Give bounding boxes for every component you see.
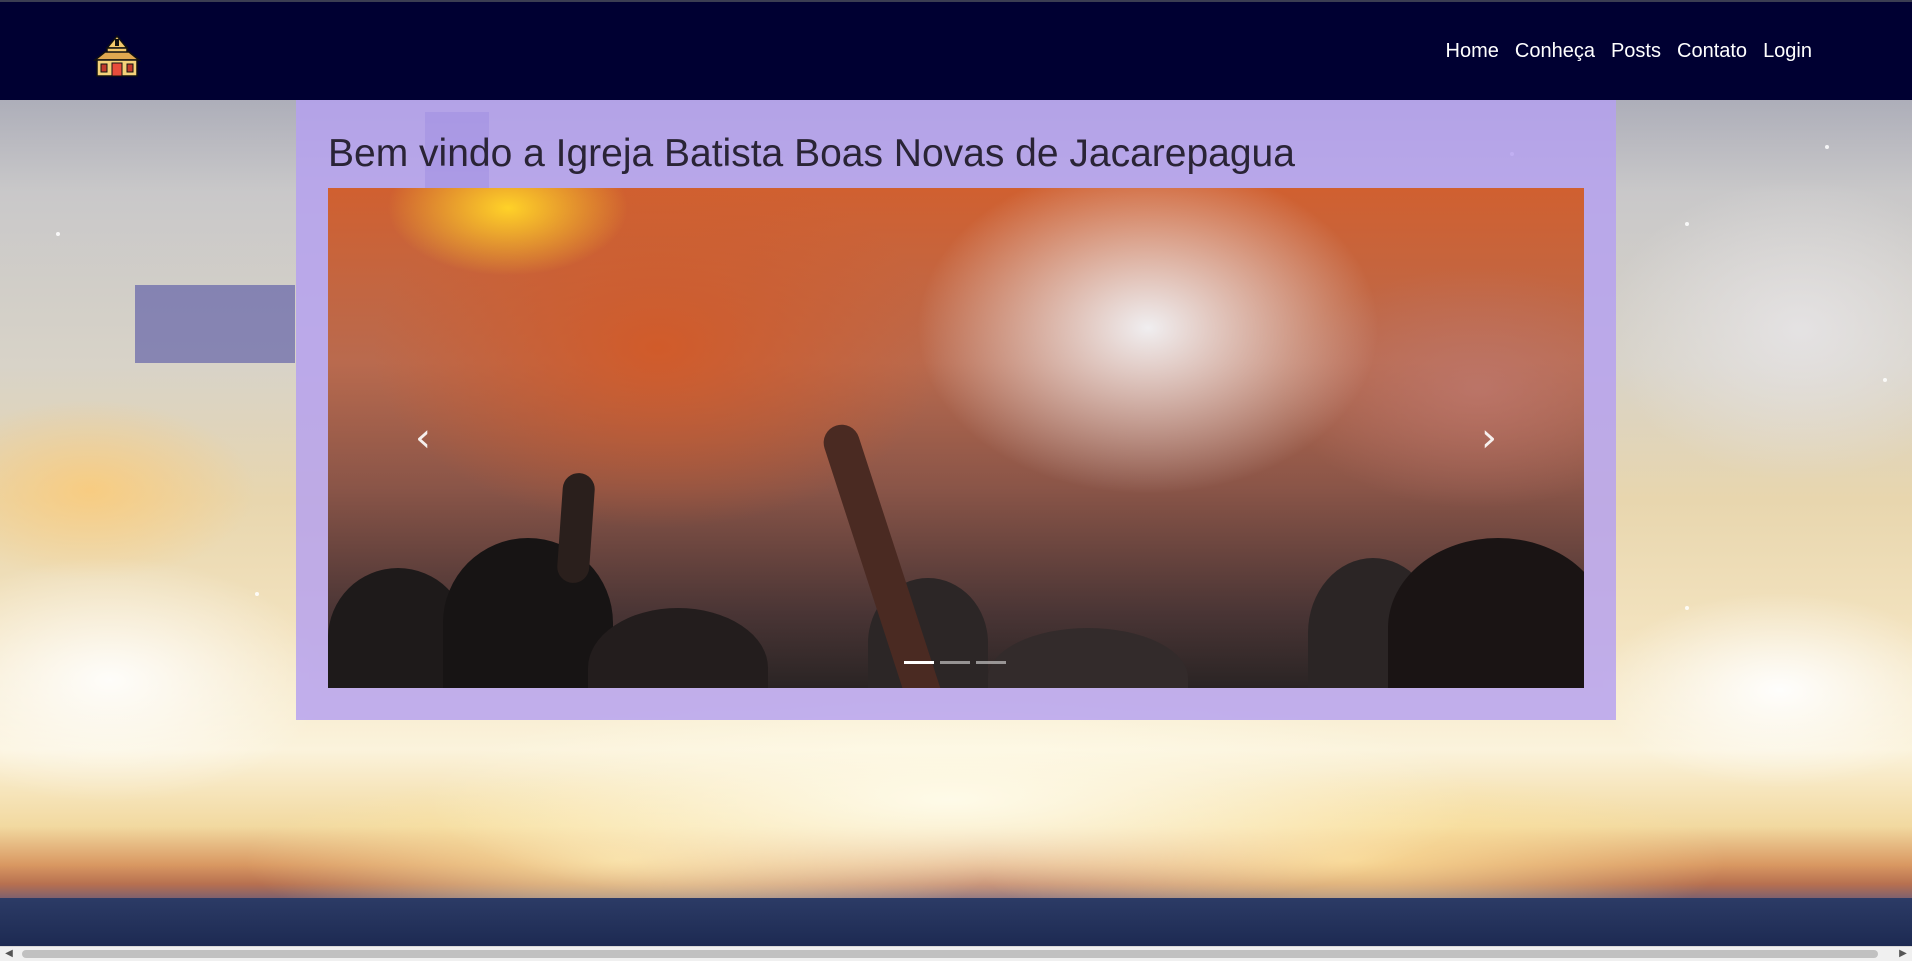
sparkle bbox=[1685, 222, 1689, 226]
nav-link-home[interactable]: Home bbox=[1446, 40, 1499, 63]
carousel-indicator-1[interactable] bbox=[904, 661, 934, 664]
sparkle bbox=[1825, 145, 1829, 149]
scroll-right-arrow[interactable]: ▶ bbox=[1894, 947, 1912, 961]
background-cross-horizontal bbox=[135, 285, 295, 363]
sparkle bbox=[56, 232, 60, 236]
crowd-silhouette bbox=[988, 628, 1188, 688]
sparkle bbox=[1883, 378, 1887, 382]
crowd-silhouette bbox=[1388, 538, 1584, 688]
footer-stripe bbox=[0, 898, 1912, 946]
welcome-panel: Bem vindo a Igreja Batista Boas Novas de… bbox=[296, 100, 1616, 720]
navbar: Home Conheça Posts Contato Login bbox=[0, 0, 1912, 100]
carousel-indicator-2[interactable] bbox=[940, 661, 970, 664]
nav-link-contato[interactable]: Contato bbox=[1677, 40, 1747, 63]
carousel-indicators bbox=[904, 661, 1006, 664]
horizontal-scrollbar[interactable]: ◀ ▶ bbox=[0, 946, 1912, 961]
crowd-silhouette bbox=[588, 608, 768, 688]
image-carousel[interactable]: ‹ › bbox=[328, 188, 1584, 688]
nav-link-conheca[interactable]: Conheça bbox=[1515, 40, 1595, 63]
scroll-thumb[interactable] bbox=[22, 950, 1878, 958]
church-icon[interactable] bbox=[92, 34, 142, 78]
nav-link-login[interactable]: Login bbox=[1763, 40, 1812, 63]
chevron-left-icon[interactable]: ‹ bbox=[408, 415, 438, 461]
nav-links: Home Conheça Posts Contato Login bbox=[1446, 40, 1812, 63]
sparkle bbox=[1685, 606, 1689, 610]
sparkle bbox=[255, 592, 259, 596]
nav-link-posts[interactable]: Posts bbox=[1611, 40, 1661, 63]
chevron-right-icon[interactable]: › bbox=[1474, 415, 1504, 461]
carousel-indicator-3[interactable] bbox=[976, 661, 1006, 664]
scroll-left-arrow[interactable]: ◀ bbox=[0, 947, 18, 961]
page-title: Bem vindo a Igreja Batista Boas Novas de… bbox=[328, 132, 1295, 175]
